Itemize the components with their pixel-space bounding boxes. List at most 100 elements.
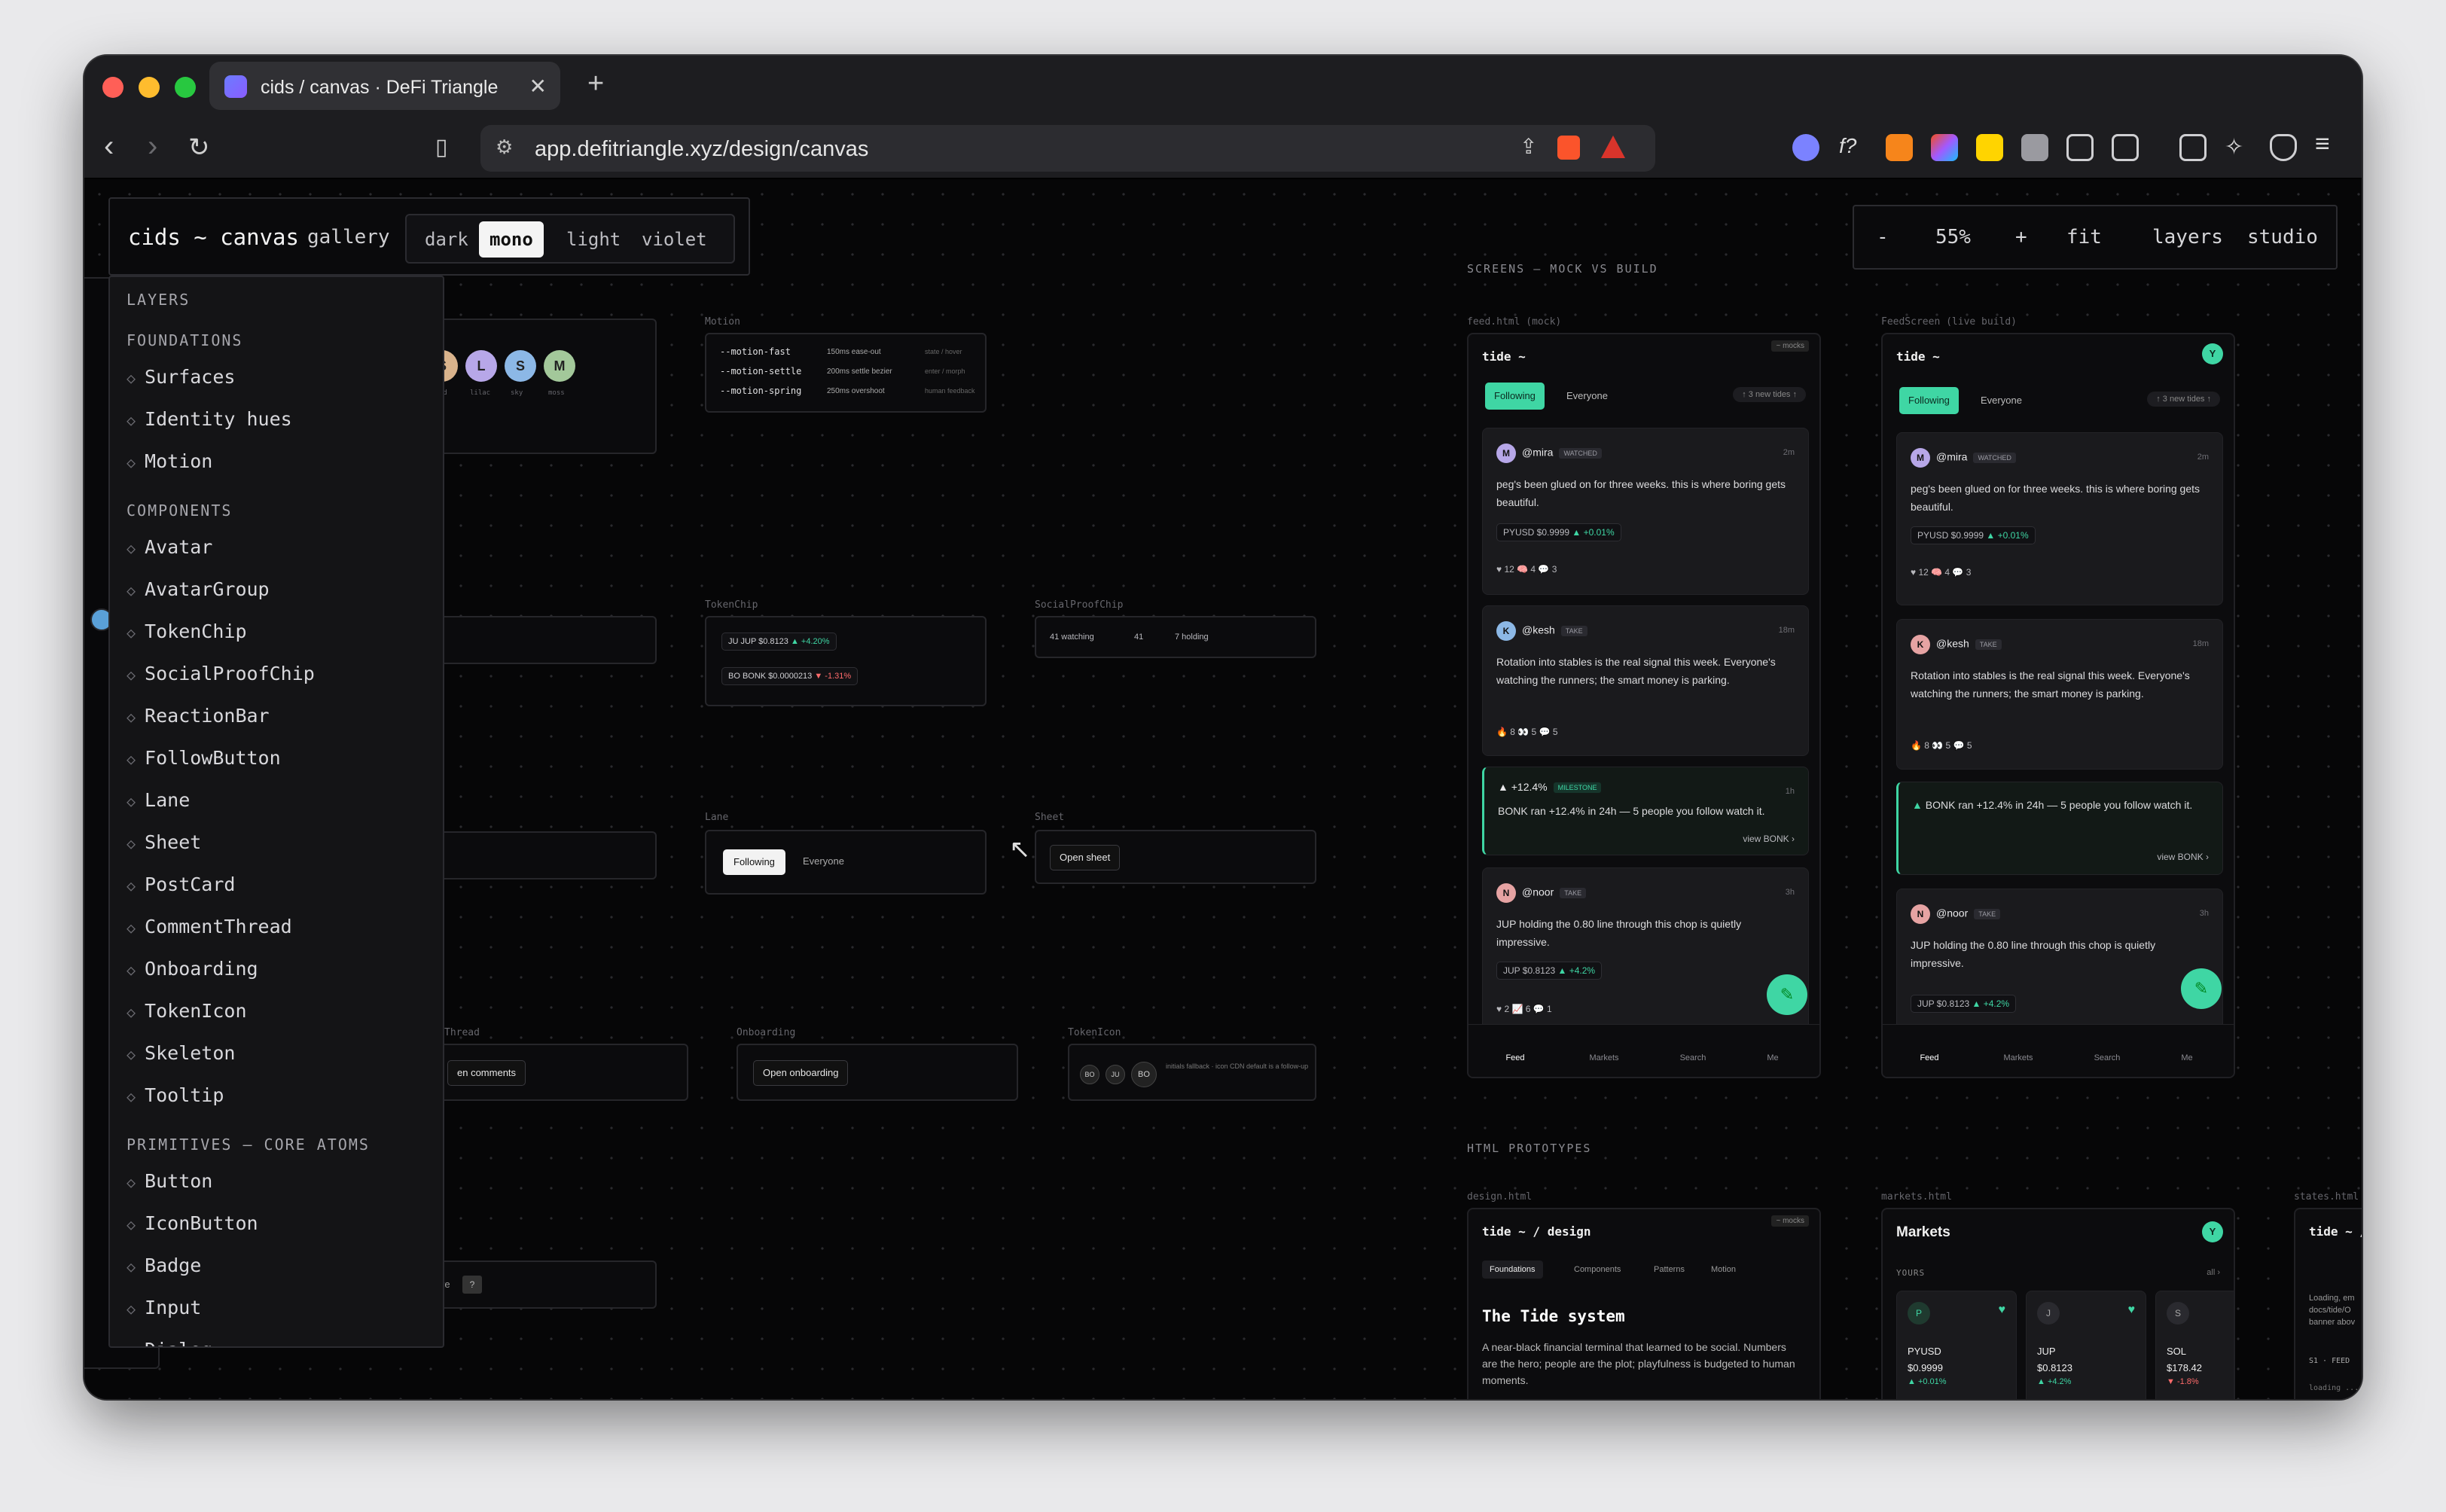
layer-item[interactable]: ◇ Identity hues [127, 408, 292, 430]
reaction-bar[interactable]: ♥ 12 🧠 4 💬 3 [1496, 564, 1557, 575]
layer-item[interactable]: ◇ Surfaces [127, 366, 235, 388]
layer-item[interactable]: ◇ Button [127, 1170, 212, 1192]
layer-item[interactable]: ◇ CommentThread [127, 916, 292, 937]
layer-item[interactable]: ◇ SocialProofChip [127, 663, 315, 684]
reload-icon[interactable]: ↻ [188, 133, 210, 163]
theme-mono-button[interactable]: mono [479, 221, 544, 258]
nav-me[interactable]: Me [1735, 1053, 1810, 1062]
capture-icon[interactable] [2112, 134, 2139, 161]
s-extension-icon[interactable] [1976, 134, 2003, 161]
nav-markets[interactable]: Markets [1981, 1053, 2056, 1062]
formula-extension-icon[interactable]: f? [1839, 134, 1866, 161]
token-chip[interactable]: JUP $0.8123 ▲ +4.2% [1911, 995, 2017, 1013]
post-card[interactable]: M @mira WATCHED 2m peg's been glued on for… [1482, 428, 1809, 595]
tooltip-trigger[interactable]: ? [462, 1276, 482, 1294]
watch-heart-icon[interactable]: ♥ [1999, 1303, 2006, 1317]
watch-heart-icon[interactable]: ♥ [2128, 1303, 2136, 1317]
layer-item[interactable]: ◇ TokenIcon [127, 1000, 247, 1022]
tab-patterns[interactable]: Patterns [1654, 1265, 1685, 1274]
tab-foundations[interactable]: Foundations [1482, 1261, 1543, 1279]
lane-following-tab[interactable]: Following [1899, 387, 1959, 414]
reaction-bar[interactable]: ♥ 2 📈 6 💬 1 [1496, 1004, 1552, 1014]
layer-item[interactable]: ◇ Badge [127, 1254, 201, 1276]
zoom-in-button[interactable]: + [2015, 226, 2027, 248]
a-extension-icon[interactable] [2021, 134, 2048, 161]
lane-everyone-tab[interactable]: Everyone [1557, 383, 1617, 410]
view-token-link[interactable]: view BONK › [1743, 834, 1795, 844]
studio-button[interactable]: studio [2247, 226, 2318, 248]
minimize-window-button[interactable] [139, 77, 160, 98]
share-icon[interactable]: ⇪ [1520, 134, 1537, 159]
token-chip[interactable]: PYUSD $0.9999 ▲ +0.01% [1496, 523, 1621, 541]
layer-item[interactable]: ◇Dialog [127, 1339, 212, 1346]
lane-everyone-tab[interactable]: Everyone [1972, 387, 2031, 414]
post-card[interactable]: N @noor TAKE 3h JUP holding the 0.80 line … [1482, 867, 1809, 1041]
zoom-window-button[interactable] [175, 77, 196, 98]
layer-item[interactable]: ◇ Onboarding [127, 958, 258, 980]
site-settings-icon[interactable]: ⚙ [496, 136, 513, 159]
lane-following-tab[interactable]: Following [723, 849, 785, 875]
open-onboarding-button[interactable]: Open onboarding [753, 1060, 849, 1086]
layer-item[interactable]: ◇ Avatar [127, 536, 212, 558]
layer-item[interactable]: ◇ AvatarGroup [127, 578, 270, 600]
address-bar[interactable]: ⚙ app.defitriangle.xyz/design/canvas ⇪ [480, 125, 1655, 172]
extension-icon[interactable] [1792, 134, 1819, 161]
nav-feed[interactable]: Feed [1892, 1053, 1967, 1062]
browser-tab[interactable]: cids / canvas · DeFi Triangle ✕ [209, 62, 560, 110]
compose-fab-button[interactable]: ✎ [2181, 968, 2222, 1009]
token-chip[interactable]: BO BONK $0.0000213 ▼ -1.31% [721, 667, 859, 685]
market-card[interactable]: P ♥ PYUSD $0.9999 ▲ +0.01% [1896, 1291, 2017, 1399]
gallery-link[interactable]: gallery [307, 226, 390, 248]
shield-icon[interactable] [2270, 134, 2297, 161]
lane-everyone-tab[interactable]: Everyone [803, 855, 844, 867]
brave-shields-icon[interactable] [1557, 136, 1580, 160]
reaction-bar[interactable]: 🔥 8 👀 5 💬 5 [1911, 740, 1972, 751]
layer-item[interactable]: ◇ Input [127, 1297, 201, 1318]
layer-item[interactable]: ◇ PostCard [127, 873, 235, 895]
leo-ai-icon[interactable]: ✧ [2225, 134, 2252, 161]
token-chip[interactable]: JU JUP $0.8123 ▲ +4.20% [721, 633, 837, 651]
layer-item[interactable]: ◇ Lane [127, 789, 190, 811]
back-icon[interactable]: ‹ [104, 130, 114, 163]
post-card[interactable]: K @kesh TAKE 18m Rotation into stables is … [1896, 619, 2223, 770]
nav-markets[interactable]: Markets [1566, 1053, 1642, 1062]
post-card[interactable]: K @kesh TAKE 18m Rotation into stables is … [1482, 605, 1809, 756]
avatar[interactable]: Y [2202, 1221, 2223, 1242]
layer-item[interactable]: ◇ Motion [127, 450, 212, 472]
compose-fab-button[interactable]: ✎ [1767, 974, 1807, 1015]
post-card[interactable]: N @noor TAKE 3h JUP holding the 0.80 line … [1896, 889, 2223, 1032]
layer-item[interactable]: ◇ Skeleton [127, 1042, 235, 1064]
forward-icon[interactable]: › [148, 130, 157, 163]
close-window-button[interactable] [102, 77, 124, 98]
open-sheet-button[interactable]: Open sheet [1050, 845, 1121, 870]
layer-item[interactable]: ◇ IconButton [127, 1212, 258, 1234]
markets-all-link[interactable]: all › [2207, 1268, 2220, 1277]
milestone-card[interactable]: ▲ +12.4% MILESTONE 1h BONK ran +12.4% in … [1482, 767, 1809, 855]
layer-item[interactable]: ◇ FollowButton [127, 747, 281, 769]
theme-dark-button[interactable]: dark [414, 221, 479, 258]
layer-item[interactable]: ◇ Tooltip [127, 1084, 224, 1106]
layer-item[interactable]: ◇ Sheet [127, 831, 201, 853]
new-tab-button[interactable]: + [587, 68, 604, 100]
theme-light-button[interactable]: light [556, 221, 631, 258]
new-tides-pill[interactable]: ↑ 3 new tides ↑ [1733, 387, 1806, 402]
puzzle-icon[interactable] [2066, 134, 2094, 161]
tab-motion[interactable]: Motion [1711, 1265, 1736, 1274]
layers-toggle-button[interactable]: layers [2152, 226, 2223, 248]
reaction-bar[interactable]: 🔥 8 👀 5 💬 5 [1496, 727, 1558, 737]
brave-rewards-icon[interactable] [1601, 136, 1625, 158]
post-card[interactable]: M @mira WATCHED 2m peg's been glued on for… [1896, 432, 2223, 605]
nav-search[interactable]: Search [1655, 1053, 1731, 1062]
layer-item[interactable]: ◇ ReactionBar [127, 705, 270, 727]
fit-button[interactable]: fit [2066, 226, 2102, 248]
reaction-bar[interactable]: ♥ 12 🧠 4 💬 3 [1911, 567, 1971, 578]
nav-me[interactable]: Me [2149, 1053, 2225, 1062]
token-chip[interactable]: PYUSD $0.9999 ▲ +0.01% [1911, 526, 2036, 544]
market-card[interactable]: J ♥ JUP $0.8123 ▲ +4.2% [2026, 1291, 2146, 1399]
zoom-out-button[interactable]: - [1877, 226, 1889, 248]
lane-following-tab[interactable]: Following [1485, 383, 1545, 410]
wallet-icon[interactable] [2179, 134, 2207, 161]
design-canvas[interactable]: S L S M sand lilac sky moss Motion --mot… [84, 179, 2362, 1399]
figma-icon[interactable] [1931, 134, 1958, 161]
milestone-card[interactable]: ▲ BONK ran +12.4% in 24h — 5 people you … [1896, 782, 2223, 875]
